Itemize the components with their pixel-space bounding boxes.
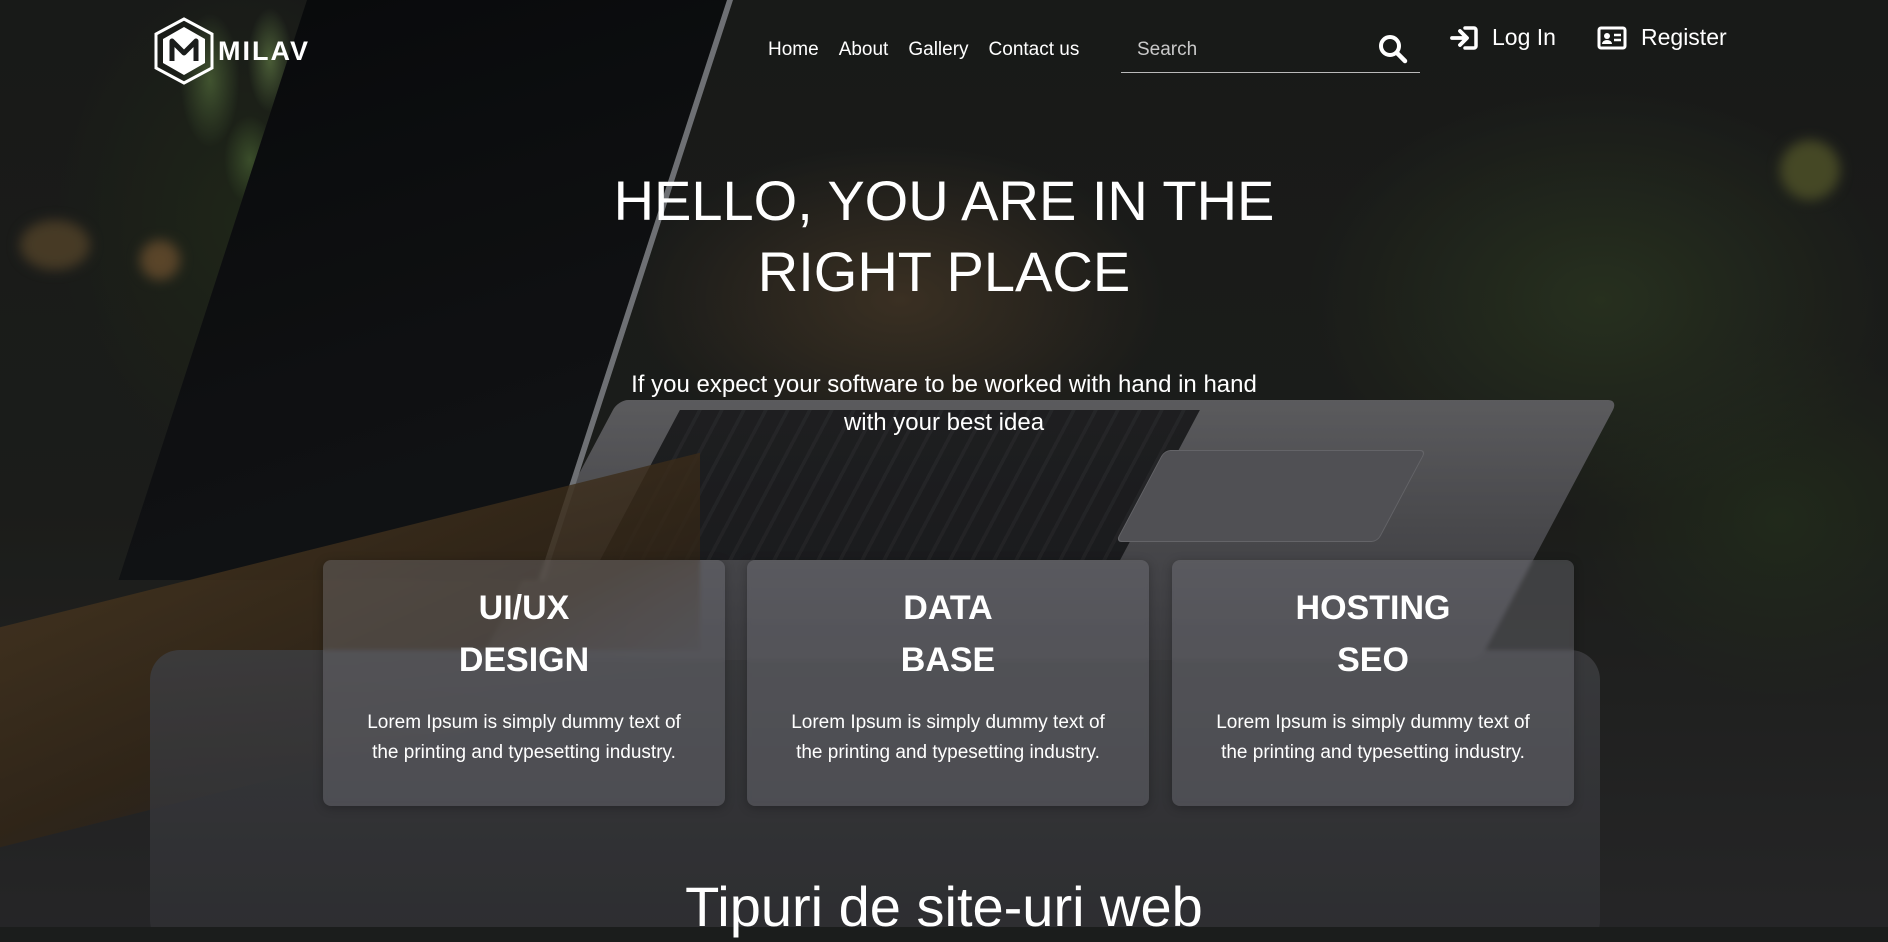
- register-button[interactable]: Register: [1597, 24, 1727, 51]
- hero-title: HELLO, YOU ARE IN THE RIGHT PLACE: [544, 165, 1344, 307]
- service-card-hosting-seo[interactable]: HOSTING SEO Lorem Ipsum is simply dummy …: [1172, 560, 1574, 806]
- card-description: Lorem Ipsum is simply dummy text of the …: [768, 708, 1128, 768]
- hero-title-line1: HELLO, YOU ARE IN THE: [613, 169, 1275, 232]
- service-card-database[interactable]: DATA BASE Lorem Ipsum is simply dummy te…: [747, 560, 1149, 806]
- main-nav: Home About Gallery Contact us: [768, 39, 1079, 61]
- hero-subtitle-line1: If you expect your software to be worked…: [631, 371, 1257, 398]
- card-title-line2: DESIGN: [458, 641, 590, 679]
- card-description-line1: Lorem Ipsum is simply dummy text of: [1216, 712, 1530, 733]
- card-description-line2: the printing and typesetting industry.: [796, 742, 1100, 763]
- search-button[interactable]: [1376, 32, 1410, 66]
- card-description: Lorem Ipsum is simply dummy text of the …: [1193, 708, 1553, 768]
- card-description-line1: Lorem Ipsum is simply dummy text of: [367, 712, 681, 733]
- nav-item-contact[interactable]: Contact us: [989, 39, 1080, 61]
- card-title: HOSTING SEO: [1172, 582, 1574, 686]
- service-card-uiux[interactable]: UI/UX DESIGN Lorem Ipsum is simply dummy…: [323, 560, 725, 806]
- id-card-icon: [1597, 26, 1627, 49]
- section-title: Tipuri de site-uri web: [685, 875, 1203, 938]
- brand-name: MILAV: [218, 35, 310, 66]
- search-bar: [1121, 28, 1420, 73]
- hero-title-line2: RIGHT PLACE: [757, 240, 1131, 303]
- card-title: UI/UX DESIGN: [323, 582, 725, 686]
- card-description-line2: the printing and typesetting industry.: [1221, 742, 1525, 763]
- card-title-line2: BASE: [900, 641, 996, 679]
- card-description-line2: the printing and typesetting industry.: [372, 742, 676, 763]
- login-label: Log In: [1492, 24, 1556, 50]
- hexagon-logo-icon: [154, 17, 214, 85]
- nav-item-gallery[interactable]: Gallery: [908, 39, 968, 61]
- card-title-line1: HOSTING: [1295, 589, 1451, 627]
- register-label: Register: [1641, 24, 1727, 50]
- nav-item-home[interactable]: Home: [768, 39, 819, 61]
- login-button[interactable]: Log In: [1450, 24, 1556, 51]
- brand-logo[interactable]: MILAV: [152, 16, 310, 86]
- card-title: DATA BASE: [747, 582, 1149, 686]
- card-title-line1: UI/UX: [478, 589, 570, 627]
- card-description-line1: Lorem Ipsum is simply dummy text of: [791, 712, 1105, 733]
- hero-subtitle-line2: with your best idea: [843, 409, 1045, 436]
- card-description: Lorem Ipsum is simply dummy text of the …: [344, 708, 704, 768]
- nav-item-about[interactable]: About: [839, 39, 889, 61]
- sign-in-icon: [1450, 25, 1478, 50]
- card-title-line2: SEO: [1337, 641, 1409, 679]
- search-input[interactable]: [1135, 34, 1369, 66]
- search-icon: [1379, 35, 1408, 64]
- hero-subtitle: If you expect your software to be worked…: [594, 366, 1294, 442]
- card-title-line1: DATA: [903, 589, 993, 627]
